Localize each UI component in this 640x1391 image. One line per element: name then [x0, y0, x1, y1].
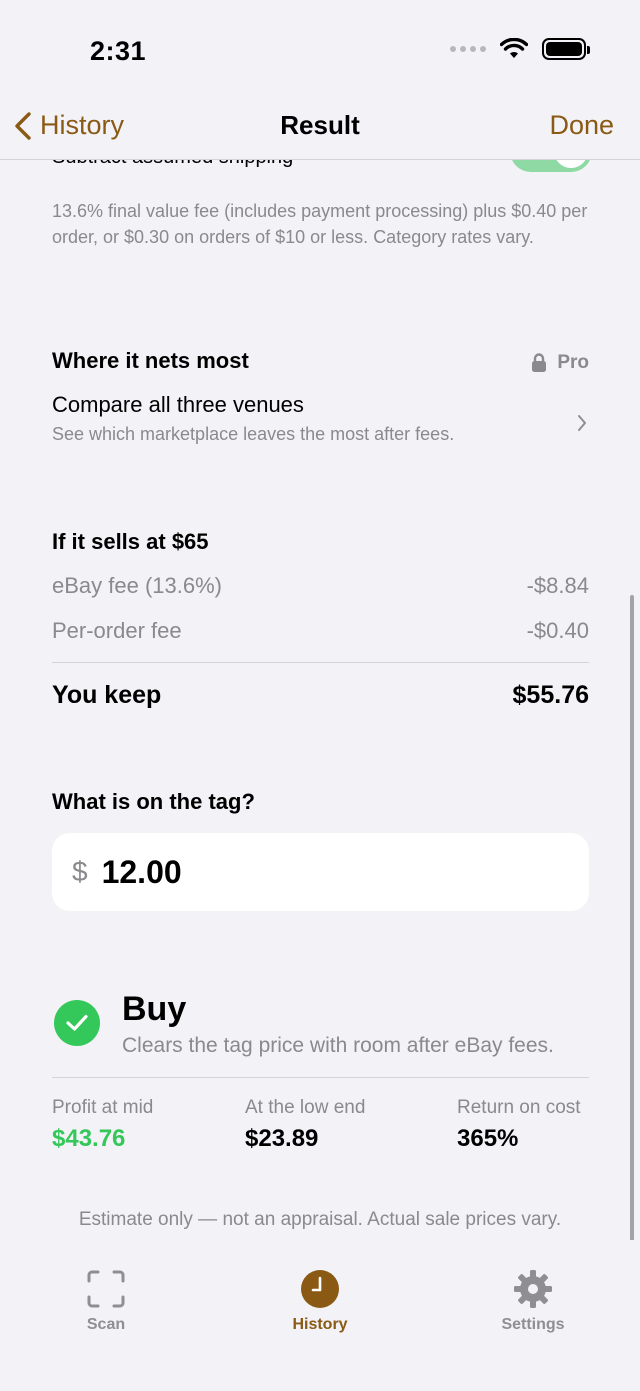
shipping-toggle-row: Subtract assumed shipping	[52, 160, 592, 186]
scrollbar[interactable]	[630, 595, 634, 1255]
status-bar: 2:31	[0, 0, 640, 100]
disclaimer: Estimate only — not an appraisal. Actual…	[78, 1209, 562, 1230]
compare-venues-item[interactable]: Compare all three venues See which marke…	[52, 392, 589, 456]
breakdown-list: eBay fee (13.6%) -$8.84 Per-order fee -$…	[52, 573, 589, 710]
verdict-subtitle: Clears the tag price with room after eBa…	[122, 1034, 554, 1057]
tab-scan-label: Scan	[86, 1316, 126, 1333]
compare-venues-title: Compare all three venues	[52, 392, 304, 417]
wifi-icon	[500, 38, 528, 58]
tag-question: What is on the tag?	[52, 789, 255, 814]
breakdown-row: eBay fee (13.6%) -$8.84	[52, 573, 589, 618]
total-label: You keep	[52, 681, 162, 709]
currency-symbol: $	[72, 856, 88, 887]
breakdown-divider	[52, 662, 589, 663]
breakdown-row-value: -$0.40	[526, 618, 589, 643]
breakdown-row-value: -$8.84	[526, 573, 589, 598]
shipping-toggle-label: Subtract assumed shipping	[52, 160, 293, 169]
pro-badge: Pro	[531, 352, 589, 374]
tab-bar: Scan History Settings	[0, 1240, 640, 1391]
gear-icon	[514, 1270, 552, 1308]
compare-venues-subtitle: See which marketplace leaves the most af…	[52, 424, 455, 444]
tab-history[interactable]: History	[250, 1268, 390, 1334]
stat-value: $43.76	[52, 1125, 126, 1152]
breakdown-total-row: You keep $55.76	[52, 681, 589, 710]
breakdown-heading: If it sells at $65	[52, 529, 209, 554]
tab-settings[interactable]: Settings	[463, 1268, 603, 1334]
tab-scan[interactable]: Scan	[36, 1268, 176, 1334]
stat-profit-at-mid: Profit at mid $43.76	[52, 1097, 153, 1153]
status-icons	[450, 38, 590, 60]
venues-heading: Where it nets most	[52, 348, 249, 373]
navigation-bar: History Result Done	[0, 100, 640, 160]
fee-note: 13.6% final value fee (includes payment …	[52, 201, 588, 247]
tab-history-label: History	[292, 1316, 348, 1333]
result-scroll-view[interactable]: Subtract assumed shipping 13.6% final va…	[0, 160, 640, 1240]
lock-icon	[532, 353, 547, 372]
stat-value: 365%	[457, 1125, 519, 1152]
verdict-title: Buy	[122, 990, 187, 1028]
breakdown-row: Per-order fee -$0.40	[52, 618, 589, 662]
shipping-toggle[interactable]	[510, 160, 592, 172]
stat-return-on-cost: Return on cost 365%	[457, 1097, 581, 1153]
tab-settings-label: Settings	[501, 1316, 565, 1333]
battery-icon	[542, 38, 590, 60]
pro-badge-label: Pro	[557, 352, 589, 373]
breakdown-row-label: eBay fee (13.6%)	[52, 573, 222, 598]
status-time: 2:31	[90, 36, 147, 66]
total-value: $55.76	[512, 681, 589, 709]
stat-label: Profit at mid	[52, 1097, 154, 1118]
breakdown-row-label: Per-order fee	[52, 618, 182, 643]
toggle-knob	[554, 160, 588, 168]
verdict-divider	[52, 1077, 589, 1078]
stat-label: Return on cost	[457, 1097, 581, 1118]
clock-icon	[301, 1270, 339, 1308]
stat-label: At the low end	[245, 1097, 366, 1118]
checkmark-icon	[54, 1000, 100, 1046]
stat-value: $23.89	[245, 1125, 319, 1152]
scan-icon	[87, 1270, 125, 1308]
done-button[interactable]: Done	[549, 110, 614, 141]
cellular-signal-icon	[450, 46, 486, 52]
stat-low-end: At the low end $23.89	[245, 1097, 365, 1153]
tag-price-input[interactable]: $ 12.00	[52, 833, 589, 911]
page-title: Result	[280, 110, 360, 140]
tag-price-value: 12.00	[101, 853, 182, 890]
chevron-right-icon	[578, 415, 586, 431]
